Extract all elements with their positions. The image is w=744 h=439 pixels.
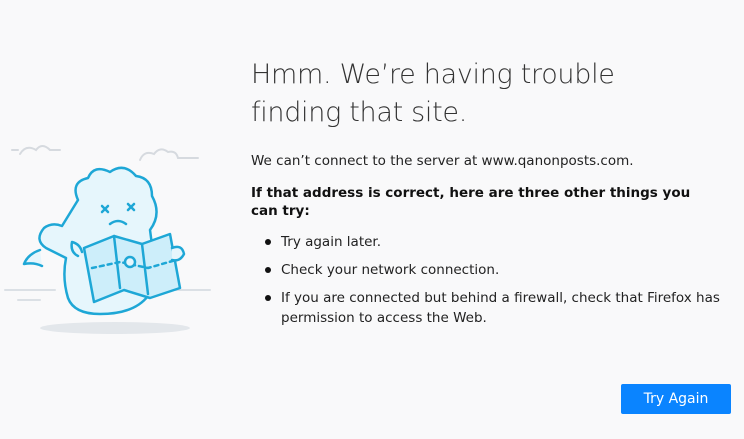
suggestion-text: If you are connected but behind a firewa… (281, 290, 720, 326)
error-content: Hmm. We’re having trouble finding that s… (251, 56, 721, 336)
bullet-icon (265, 239, 271, 245)
try-again-button[interactable]: Try Again (621, 384, 731, 414)
bullet-icon (265, 267, 271, 273)
title-line-1: Hmm. We’re having trouble (251, 59, 615, 90)
suggestions-heading: If that address is correct, here are thr… (251, 185, 691, 219)
list-item: Try again later. (265, 232, 721, 252)
list-item: If you are connected but behind a firewa… (265, 288, 721, 328)
suggestions-list: Try again later. Check your network conn… (251, 232, 721, 328)
page-title: Hmm. We’re having trouble finding that s… (251, 56, 721, 132)
error-message: We can’t connect to the server at www.qa… (251, 153, 634, 169)
list-item: Check your network connection. (265, 260, 721, 280)
title-line-2: finding that site. (251, 97, 468, 128)
suggestion-text: Try again later. (281, 234, 382, 250)
bullet-icon (265, 295, 271, 301)
dinosaur-with-map-icon (4, 145, 211, 334)
suggestion-text: Check your network connection. (281, 262, 500, 278)
